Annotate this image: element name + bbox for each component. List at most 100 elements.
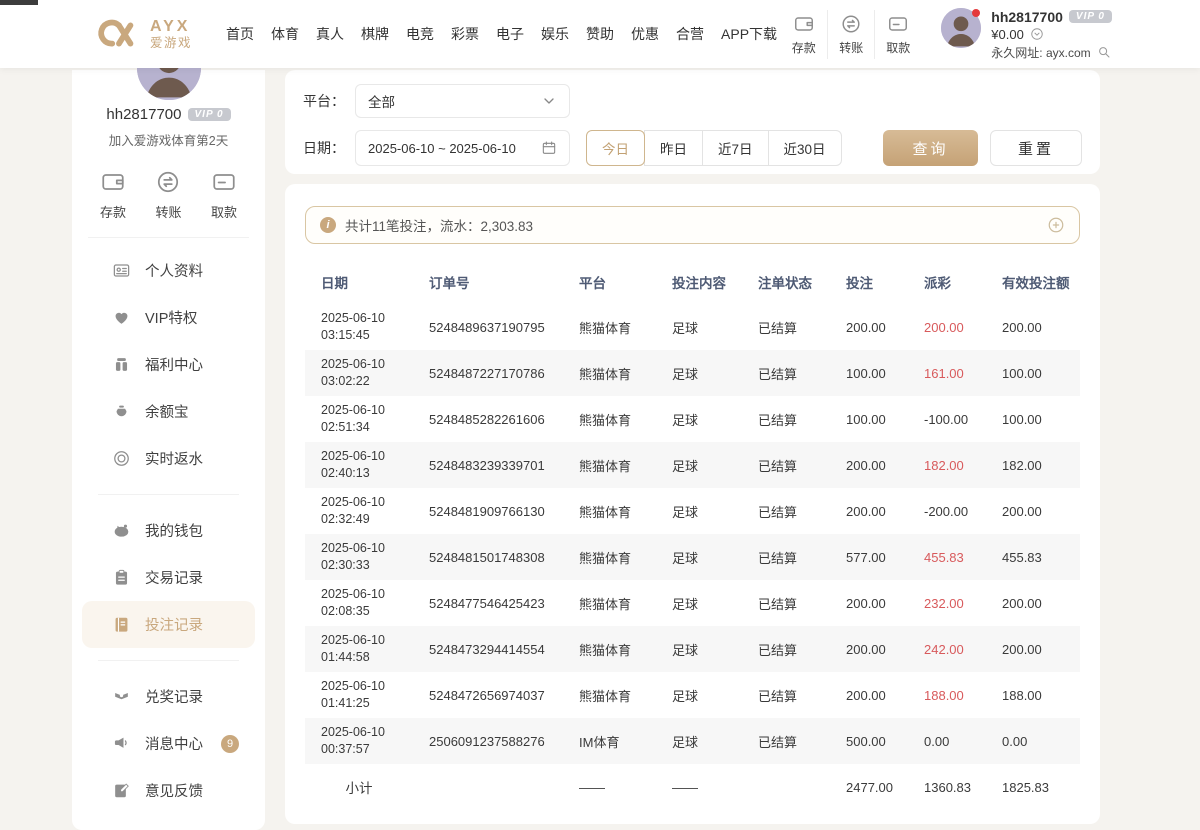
cell-valid: 182.00: [986, 442, 1080, 488]
subtotal-label: 小计: [305, 764, 413, 810]
nav-link[interactable]: APP下载: [721, 24, 777, 44]
nav-link[interactable]: 优惠: [631, 24, 659, 44]
info-icon: i: [320, 217, 336, 233]
nav-link[interactable]: 电竞: [406, 24, 434, 44]
column-header: 平台: [563, 260, 656, 304]
cell-valid: 200.00: [986, 580, 1080, 626]
cell-bet: 200.00: [830, 672, 908, 718]
cell-platform: 熊猫体育: [563, 488, 656, 534]
cell-status: 已结算: [742, 534, 830, 580]
user-menu[interactable]: hh2817700 VIP 0 ¥0.00 永久网址: ayx.com: [941, 8, 1112, 61]
cell-content: 足球: [656, 672, 742, 718]
nav-link[interactable]: 彩票: [451, 24, 479, 44]
divider: [98, 494, 239, 495]
nav-link[interactable]: 棋牌: [361, 24, 389, 44]
permanent-url: 永久网址: ayx.com: [991, 44, 1090, 61]
sidebar-item-wallet[interactable]: 我的钱包: [82, 507, 255, 554]
cell-bet: 200.00: [830, 580, 908, 626]
nav-link[interactable]: 首页: [226, 24, 254, 44]
cell-date: 2025-06-1001:41:25: [305, 672, 413, 718]
site-logo[interactable]: AYX 爱游戏: [95, 18, 192, 51]
nav-link[interactable]: 体育: [271, 24, 299, 44]
cell-bet: 100.00: [830, 350, 908, 396]
table-row: 2025-06-1001:44:58 5248473294414554 熊猫体育…: [305, 626, 1080, 672]
cell-payout: 0.00: [908, 718, 986, 764]
cell-payout: 161.00: [908, 350, 986, 396]
subtotal-bet: 2477.00: [830, 764, 908, 810]
nav-link[interactable]: 真人: [316, 24, 344, 44]
sidebar-item-rebate[interactable]: 实时返水: [82, 435, 255, 482]
withdraw-button[interactable]: 取款: [874, 10, 921, 59]
cell-order: 5248487227170786: [413, 350, 563, 396]
cell-bet: 500.00: [830, 718, 908, 764]
transfer-button[interactable]: 转账: [827, 10, 874, 59]
nav-link[interactable]: 合营: [676, 24, 704, 44]
column-header: 投注内容: [656, 260, 742, 304]
column-header: 注单状态: [742, 260, 830, 304]
platform-select[interactable]: 全部: [355, 84, 570, 118]
avatar[interactable]: [941, 8, 981, 48]
cell-content: 足球: [656, 488, 742, 534]
transfer-button[interactable]: 转账: [155, 169, 181, 221]
unread-badge: 9: [221, 735, 239, 753]
search-button[interactable]: 查询: [883, 130, 978, 166]
cell-bet: 200.00: [830, 626, 908, 672]
deposit-button[interactable]: 存款: [780, 10, 827, 59]
sidebar-item-vip[interactable]: VIP特权: [82, 294, 255, 341]
cell-valid: 455.83: [986, 534, 1080, 580]
column-header: 有效投注额: [986, 260, 1080, 304]
sidebar-item-messages[interactable]: 消息中心 9: [82, 720, 255, 767]
cell-status: 已结算: [742, 396, 830, 442]
cell-order: 5248481501748308: [413, 534, 563, 580]
bet-records-panel: i 共计11笔投注，流水：2,303.83 日期订单号平台投注内容注单状态投注派…: [285, 184, 1100, 824]
piggy-icon: [112, 521, 131, 540]
sidebar-item-feedback[interactable]: 意见反馈: [82, 767, 255, 814]
nav-link[interactable]: 娱乐: [541, 24, 569, 44]
cell-status: 已结算: [742, 672, 830, 718]
range-button[interactable]: 近7日: [702, 130, 769, 166]
table-row: 2025-06-1002:08:35 5248477546425423 熊猫体育…: [305, 580, 1080, 626]
subtotal-payout: 1360.83: [908, 764, 986, 810]
range-button[interactable]: 近30日: [768, 130, 842, 166]
sidebar-item-bets[interactable]: 投注记录: [82, 601, 255, 648]
sidebar-item-prizes[interactable]: 兑奖记录: [82, 673, 255, 720]
column-header: 派彩: [908, 260, 986, 304]
sidebar-item-yuebao[interactable]: 余额宝: [82, 388, 255, 435]
nav-quick-actions: 存款 转账 取款: [780, 10, 921, 59]
cell-status: 已结算: [742, 626, 830, 672]
screen-edge-artifact: [0, 0, 38, 5]
cell-platform: IM体育: [563, 718, 656, 764]
cell-date: 2025-06-1000:37:57: [305, 718, 413, 764]
platform-selected-value: 全部: [368, 91, 395, 111]
sidebar-item-welfare[interactable]: 福利中心: [82, 341, 255, 388]
reset-button[interactable]: 重置: [990, 130, 1082, 166]
search-icon[interactable]: [1097, 45, 1111, 59]
column-header: 日期: [305, 260, 413, 304]
cell-bet: 200.00: [830, 442, 908, 488]
summary-banner: i 共计11笔投注，流水：2,303.83: [305, 206, 1080, 244]
bet-records-table: 日期订单号平台投注内容注单状态投注派彩有效投注额 2025-06-1003:15…: [305, 260, 1080, 810]
cell-payout: -100.00: [908, 396, 986, 442]
nav-link[interactable]: 电子: [496, 24, 524, 44]
sidebar: hh2817700 VIP 0 加入爱游戏体育第2天 存款 转账 取款 个人资料…: [72, 70, 265, 830]
cell-valid: 100.00: [986, 396, 1080, 442]
expand-circle-icon[interactable]: [1047, 216, 1065, 234]
range-button[interactable]: 今日: [586, 130, 645, 166]
username: hh2817700: [106, 106, 181, 123]
cell-status: 已结算: [742, 304, 830, 350]
deposit-button[interactable]: 存款: [100, 169, 126, 221]
sidebar-item-transactions[interactable]: 交易记录: [82, 554, 255, 601]
subtotal-platform: ——: [563, 764, 656, 810]
withdraw-button[interactable]: 取款: [211, 169, 237, 221]
balance-dropdown-icon[interactable]: [1030, 27, 1044, 41]
cell-platform: 熊猫体育: [563, 534, 656, 580]
range-button[interactable]: 昨日: [644, 130, 703, 166]
gift-icon: [112, 355, 131, 374]
sidebar-quick-actions: 存款 转账 取款: [72, 149, 265, 237]
sidebar-item-profile[interactable]: 个人资料: [82, 247, 255, 294]
nav-link[interactable]: 赞助: [586, 24, 614, 44]
date-range-input[interactable]: 2025-06-10 ~ 2025-06-10: [355, 130, 570, 166]
subtotal-row: 小计 —— —— 2477.00 1360.83 1825.83: [305, 764, 1080, 810]
cell-order: 5248489637190795: [413, 304, 563, 350]
table-row: 2025-06-1003:02:22 5248487227170786 熊猫体育…: [305, 350, 1080, 396]
